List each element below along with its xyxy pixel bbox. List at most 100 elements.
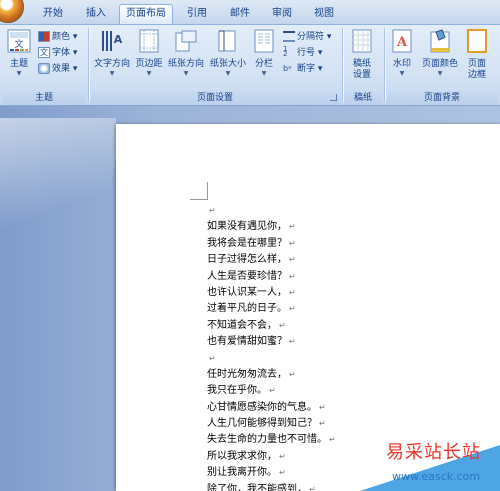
page-background-group-label: 页面背景 (386, 91, 498, 105)
page-setup-dialog-launcher[interactable] (330, 94, 337, 101)
office-button[interactable] (0, 0, 24, 23)
paragraph-mark-icon: ↵ (289, 287, 296, 297)
paragraph-mark-icon: ↵ (289, 238, 296, 248)
text-line: 我只在乎你。 ↵ (207, 383, 407, 399)
watermark-button[interactable]: A 水印 ▼ (388, 29, 416, 78)
paragraph-mark-icon: ↵ (269, 386, 276, 396)
paragraph-mark-icon: ↵ (319, 402, 326, 412)
chevron-down-icon: ▼ (146, 70, 152, 77)
svg-text:文: 文 (14, 38, 23, 50)
chevron-down-icon: ▼ (225, 70, 231, 77)
margins-button[interactable]: 页边距 ▼ (134, 29, 164, 78)
orientation-label: 纸张方向 (167, 59, 204, 69)
site-watermark-url: www.easck.com (392, 470, 481, 483)
watermark-label: 水印 (392, 59, 411, 69)
tab-review[interactable]: 审阅 (262, 5, 302, 24)
line-text: 人生几何能够得到知己？ (207, 418, 317, 430)
text-line: 人生几何能够得到知己？ ↵ (207, 416, 407, 432)
page-corner-mark (190, 182, 208, 200)
text-direction-icon: A (102, 31, 123, 51)
orientation-icon (175, 30, 197, 52)
ribbon: 文 主题 ▼ 颜色 ▾ 文字体 ▾ 效果 ▾ 主题 A 文字方向 ▼ 页边距 ▼ (0, 24, 500, 106)
page-color-icon (430, 29, 450, 53)
line-text: 人生是否要珍惜？ (207, 270, 287, 282)
draft-paper-label: 稿纸设置 (352, 59, 371, 80)
text-line: 也有爱情甜如蜜？ ↵ (207, 334, 407, 350)
tab-home[interactable]: 开始 (32, 5, 74, 24)
line-text: 日子过得怎么样， (207, 254, 287, 266)
line-text: 除了你，我不能感到， (207, 483, 307, 491)
paragraph-mark-icon: ↵ (209, 206, 216, 215)
themes-button[interactable]: 文 主题 ▼ (4, 29, 34, 78)
text-direction-button[interactable]: A 文字方向 ▼ (92, 29, 132, 78)
draft-paper-group-label: 稿纸 (344, 91, 382, 105)
page-setup-group-label: 页面设置 (90, 91, 340, 105)
paragraph-mark-icon: ↵ (289, 222, 296, 232)
tab-page-layout[interactable]: 页面布局 (119, 4, 173, 25)
line-text: 所以我求求你， (207, 450, 277, 462)
breaks-button[interactable]: 分隔符 ▾ (283, 30, 331, 44)
hyphenation-icon: bᵃ (283, 64, 292, 73)
line-numbers-label: 行号 (297, 48, 316, 58)
page-borders-button[interactable]: 页面边框 (464, 29, 490, 81)
paragraph-mark-icon: ↵ (289, 369, 296, 379)
text-line: 过着平凡的日子。 ↵ (207, 301, 407, 317)
text-line: 日子过得怎么样， ↵ (207, 252, 407, 268)
tab-insert[interactable]: 插入 (76, 5, 116, 24)
line-numbers-button[interactable]: 1 2 行号 ▾ (283, 46, 322, 60)
paper-size-label: 纸张大小 (209, 59, 246, 69)
tab-references[interactable]: 引用 (177, 5, 217, 24)
theme-fonts-button[interactable]: 文字体 ▾ (38, 46, 77, 60)
breaks-label: 分隔符 (297, 32, 325, 42)
paper-size-icon (218, 30, 236, 52)
text-line: ↵ (207, 203, 407, 219)
tab-mailings[interactable]: 邮件 (220, 5, 260, 24)
theme-colors-button[interactable]: 颜色 ▾ (38, 30, 77, 44)
columns-icon (254, 29, 274, 53)
line-text: 失去生命的力量也不可惜。 (207, 434, 327, 446)
palette-icon (38, 31, 50, 42)
text-line: 任时光匆匆流去， ↵ (207, 367, 407, 383)
draft-paper-button[interactable]: 稿纸设置 (346, 29, 378, 81)
paragraph-mark-icon: ↵ (289, 271, 296, 281)
group-separator (88, 28, 89, 102)
hyphenation-label: 断字 (297, 64, 316, 74)
paragraph-mark-icon: ↵ (319, 419, 326, 429)
themes-label: 主题 (9, 59, 28, 69)
chevron-down-icon: ▼ (437, 70, 443, 77)
chevron-down-icon: ▼ (261, 70, 267, 77)
tab-view[interactable]: 视图 (304, 5, 344, 24)
ribbon-tab-bar: 开始 插入 页面布局 引用 邮件 审阅 视图 (0, 0, 500, 25)
paragraph-mark-icon: ↵ (289, 255, 296, 265)
columns-button[interactable]: 分栏 ▼ (250, 29, 278, 78)
chevron-down-icon: ▼ (183, 70, 189, 77)
chevron-down-icon: ▼ (109, 70, 115, 77)
line-numbers-icon: 12 (283, 45, 288, 58)
margins-label: 页边距 (135, 59, 163, 69)
font-icon: 文 (38, 47, 50, 58)
line-text: 不知道会不会， (207, 319, 277, 331)
watermark-icon: A (392, 29, 412, 53)
line-text: 任时光匆匆流去， (207, 368, 287, 380)
paragraph-mark-icon: ↵ (279, 468, 286, 478)
paragraph-mark-icon: ↵ (209, 353, 216, 363)
columns-label: 分栏 (254, 59, 273, 69)
line-text: 过着平凡的日子。 (207, 303, 287, 315)
effects-icon (38, 63, 50, 74)
hyphenation-button[interactable]: bᵃ 断字 ▾ (283, 62, 322, 76)
paragraph-mark-icon: ↵ (279, 320, 286, 330)
line-text: 心甘情愿感染你的气息。 (207, 401, 317, 413)
group-separator (342, 28, 343, 102)
paragraph-mark-icon: ↵ (309, 484, 316, 491)
theme-group-label: 主题 (2, 91, 86, 105)
paragraph-mark-icon: ↵ (289, 304, 296, 314)
page-color-button[interactable]: 页面颜色 ▼ (418, 29, 462, 78)
chevron-down-icon: ▼ (16, 70, 22, 77)
theme-effects-button[interactable]: 效果 ▾ (38, 62, 77, 76)
orientation-button[interactable]: 纸张方向 ▼ (166, 29, 206, 78)
text-line: ↵ (207, 351, 407, 367)
group-separator (384, 28, 385, 102)
text-line: 如果没有遇见你， ↵ (207, 219, 407, 235)
svg-text:A: A (396, 35, 408, 50)
paper-size-button[interactable]: 纸张大小 ▼ (208, 29, 248, 78)
